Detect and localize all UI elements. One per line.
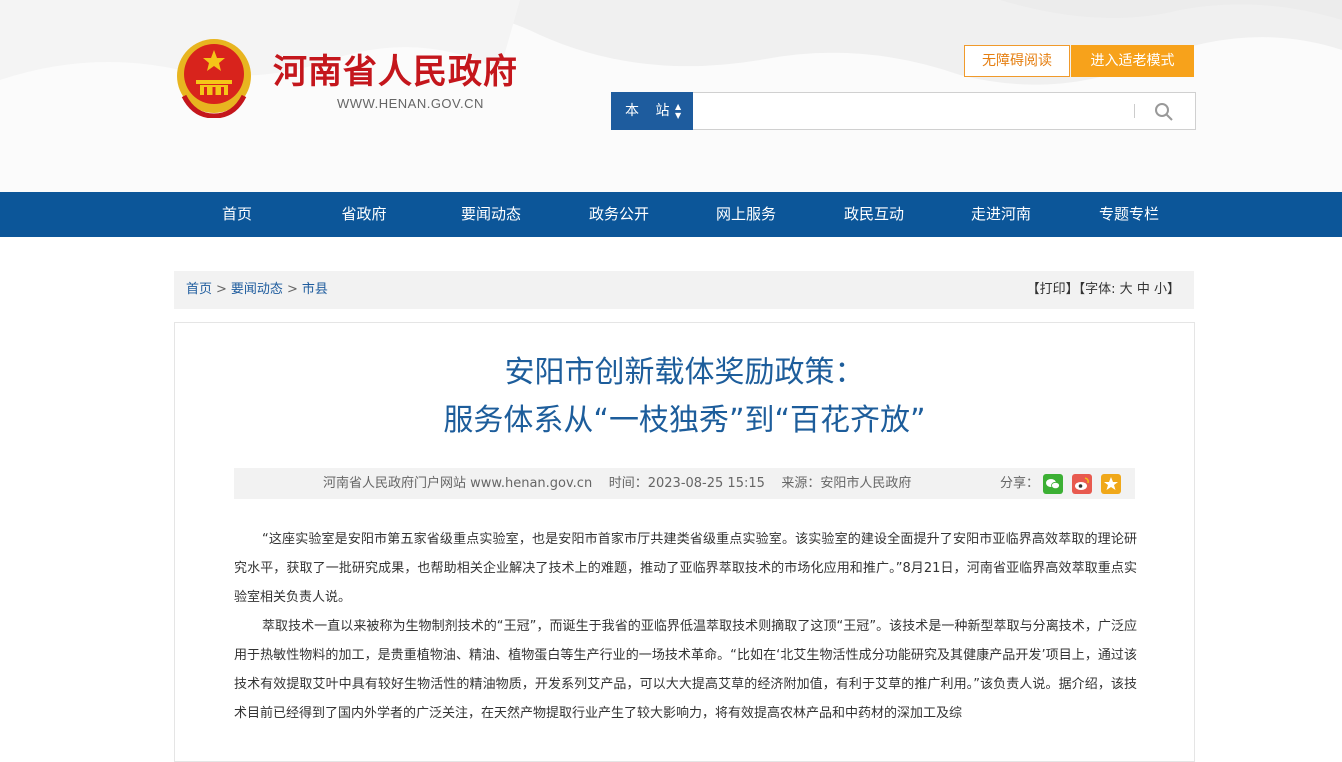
favorite-star-icon[interactable] [1101, 474, 1121, 494]
breadcrumb: 首页 > 要闻动态 > 市县 [186, 271, 328, 309]
breadcrumb-bar: 首页 > 要闻动态 > 市县 【打印】【字体: 大 中 小】 [174, 271, 1194, 309]
updown-arrows-icon: ▲ ▼ [675, 102, 682, 120]
font-size-small[interactable]: 小 [1154, 282, 1167, 297]
weibo-icon[interactable] [1072, 474, 1092, 494]
meta-time: 时间：2023-08-25 15:15 [608, 476, 765, 491]
page-tools: 【打印】【字体: 大 中 小】 [1027, 271, 1180, 309]
search-input[interactable] [696, 97, 1130, 127]
elder-mode-button[interactable]: 进入适老模式 [1071, 45, 1194, 77]
nav-item-online-services[interactable]: 网上服务 [696, 192, 796, 237]
search-icon[interactable] [1152, 100, 1176, 124]
breadcrumb-news[interactable]: 要闻动态 [231, 282, 283, 297]
article-panel: 安阳市创新载体奖励政策： 服务体系从“一枝独秀”到“百花齐放” 河南省人民政府门… [174, 322, 1195, 762]
article-meta-info: 河南省人民政府门户网站 www.henan.gov.cn 时间：2023-08-… [323, 468, 911, 499]
breadcrumb-separator: > [216, 282, 227, 297]
nav-item-news[interactable]: 要闻动态 [441, 192, 541, 237]
share-label: 分享： [1000, 476, 1040, 491]
accessibility-reading-button[interactable]: 无障碍阅读 [964, 45, 1070, 77]
national-emblem-icon [177, 39, 251, 118]
article-paragraph: 萃取技术一直以来被称为生物制剂技术的“王冠”，而诞生于我省的亚临界低温萃取技术则… [234, 619, 1137, 721]
nav-item-open-affairs[interactable]: 政务公开 [569, 192, 669, 237]
search-scope-select[interactable]: 本 站 ▲ ▼ [611, 92, 693, 130]
nav-item-interaction[interactable]: 政民互动 [824, 192, 924, 237]
article-body: “这座实验室是安阳市第五家省级重点实验室，也是安阳市首家市厅共建类省级重点实验室… [234, 525, 1137, 728]
font-size-large[interactable]: 大 [1120, 282, 1133, 297]
article-title-line2: 服务体系从“一枝独秀”到“百花齐放” [443, 403, 926, 438]
article-meta-bar: 河南省人民政府门户网站 www.henan.gov.cn 时间：2023-08-… [234, 468, 1135, 499]
nav-item-special-topics[interactable]: 专题专栏 [1079, 192, 1179, 237]
site-header: 河南省人民政府 WWW.HENAN.GOV.CN 无障碍阅读 进入适老模式 本 … [0, 0, 1342, 192]
search-divider [1134, 104, 1135, 118]
nav-item-home[interactable]: 首页 [187, 192, 287, 237]
site-url: WWW.HENAN.GOV.CN [337, 96, 484, 111]
search-scope-label: 本 站 [625, 103, 676, 119]
article-title: 安阳市创新载体奖励政策： 服务体系从“一枝独秀”到“百花齐放” [175, 349, 1194, 445]
nav-item-about-henan[interactable]: 走进河南 [951, 192, 1051, 237]
font-size-medium[interactable]: 中 [1137, 282, 1150, 297]
search-box: 本 站 ▲ ▼ [611, 92, 1196, 130]
article-paragraph: “这座实验室是安阳市第五家省级重点实验室，也是安阳市首家市厅共建类省级重点实验室… [234, 532, 1137, 605]
article-title-line1: 安阳市创新载体奖励政策： [504, 355, 865, 390]
font-size-close: 】 [1166, 282, 1180, 297]
breadcrumb-home[interactable]: 首页 [186, 282, 212, 297]
nav-item-government[interactable]: 省政府 [314, 192, 414, 237]
font-size-label: 【字体: [1078, 282, 1116, 297]
print-link[interactable]: 【打印】 [1027, 282, 1079, 297]
meta-source-site: 河南省人民政府门户网站 www.henan.gov.cn [323, 476, 593, 491]
breadcrumb-cities[interactable]: 市县 [302, 282, 328, 297]
wechat-icon[interactable] [1043, 474, 1063, 494]
main-nav: 首页 省政府 要闻动态 政务公开 网上服务 政民互动 走进河南 专题专栏 [0, 192, 1342, 237]
meta-origin: 来源：安阳市人民政府 [781, 476, 912, 491]
site-title: 河南省人民政府 [273, 52, 518, 92]
breadcrumb-separator: > [286, 282, 298, 297]
